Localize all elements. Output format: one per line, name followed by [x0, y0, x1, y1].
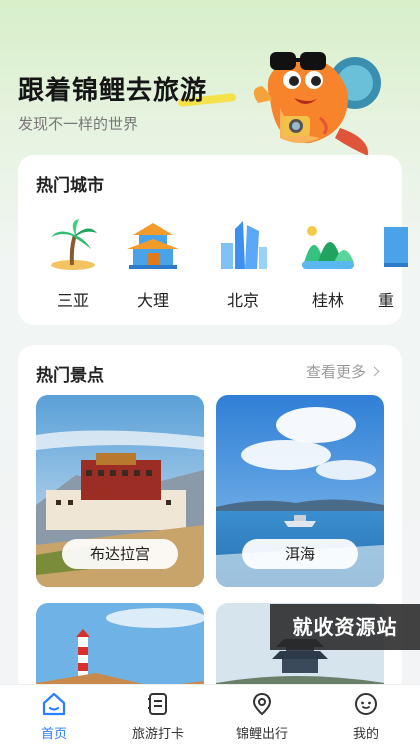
tab-profile[interactable]: 我的 — [326, 691, 406, 742]
location-icon — [252, 692, 272, 716]
spot-card-lighthouse[interactable] — [36, 603, 204, 695]
bottom-tab-bar: 首页 旅游打卡 锦鲤出行 我的 — [0, 684, 420, 746]
city-name: 三亚 — [56, 291, 89, 310]
city-item-beijing[interactable]: 北京 — [213, 217, 273, 311]
view-more-link[interactable]: 查看更多 — [306, 361, 380, 382]
spot-name-badge: 布达拉宫 — [62, 539, 178, 569]
hot-cities-title: 热门城市 — [36, 176, 104, 196]
skyscraper-icon — [221, 221, 267, 269]
home-icon — [42, 692, 66, 716]
hero-title: 跟着锦鲤去旅游 — [18, 70, 237, 108]
watermark-banner: 就收资源站 — [270, 604, 420, 650]
tab-travel-checkin[interactable]: 旅游打卡 — [118, 691, 198, 742]
checkin-icon — [148, 693, 167, 715]
tab-koi-travel[interactable]: 锦鲤出行 — [222, 691, 302, 742]
hero-banner: 跟着锦鲤去旅游 发现不一样的世界 — [0, 0, 420, 156]
city-item-dali[interactable]: 大理 — [123, 217, 183, 311]
city-item-guilin[interactable]: 桂林 — [298, 217, 358, 311]
palm-tree-icon — [51, 219, 97, 270]
city-item-partial[interactable]: 重 — [378, 217, 408, 311]
city-name: 桂林 — [311, 291, 344, 310]
chevron-right-icon — [369, 366, 380, 377]
koi-mascot-icon — [253, 52, 381, 156]
tab-home[interactable]: 首页 — [14, 691, 94, 742]
hero-subtitle: 发现不一样的世界 — [18, 115, 139, 133]
city-name: 北京 — [226, 291, 259, 310]
spot-card-potala[interactable]: 布达拉宫 — [36, 395, 204, 587]
hot-spots-title: 热门景点 — [36, 366, 104, 386]
city-name: 重 — [378, 291, 395, 310]
profile-icon — [355, 693, 377, 715]
city-name: 大理 — [136, 291, 169, 310]
pavilion-icon — [127, 223, 179, 269]
city-item-sanya[interactable]: 三亚 — [43, 217, 103, 311]
lighthouse-image — [36, 603, 204, 695]
spot-name-badge: 洱海 — [242, 539, 358, 569]
spot-card-erhai[interactable]: 洱海 — [216, 395, 384, 587]
hot-cities-card: 热门城市 三亚 大理 北京 桂林 重 — [18, 155, 408, 325]
mountain-icon — [302, 226, 354, 269]
building-icon — [384, 227, 408, 267]
